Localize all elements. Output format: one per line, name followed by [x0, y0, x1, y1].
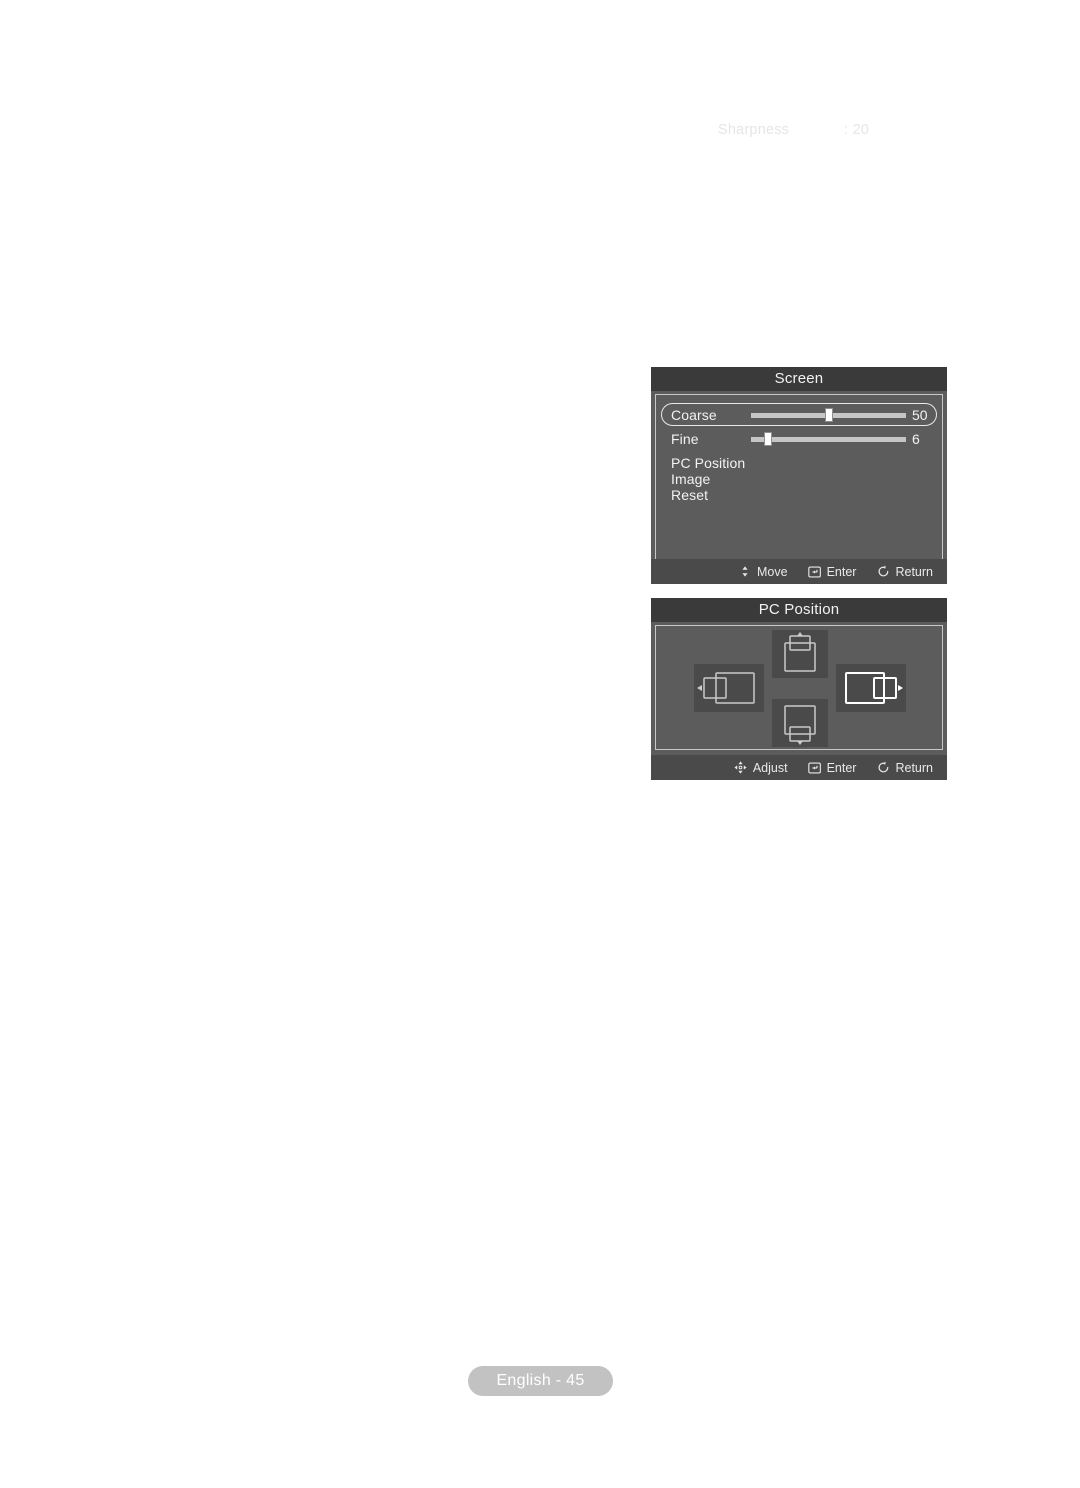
pc-position-title: PC Position: [651, 598, 947, 622]
screen-menu-row-label: Coarse: [671, 406, 717, 423]
move-right-icon[interactable]: [836, 664, 906, 712]
screen-menu-row-value: 50: [912, 406, 928, 423]
hint-label: Return: [895, 760, 933, 775]
hint-adjust[interactable]: Adjust: [734, 761, 788, 775]
residual-menu-text: Sharpness : 20: [718, 122, 948, 144]
screen-menu-row-fine[interactable]: Fine 6: [661, 427, 937, 450]
screen-menu-list: Coarse 50 Fine 6 PC Position Image Reset: [656, 403, 942, 503]
move-down-icon[interactable]: [772, 699, 828, 747]
hint-label: Move: [757, 564, 788, 579]
screen-menu-row-value: 6: [912, 430, 920, 447]
screen-menu-row-label: PC Position: [671, 454, 746, 471]
hint-label: Enter: [826, 760, 857, 775]
screen-menu-row-label: Fine: [671, 430, 699, 447]
screen-menu-row-label: Image Reset: [671, 470, 711, 503]
up-down-arrow-icon: [738, 565, 752, 579]
screen-menu-hint-bar: Move Enter Return: [651, 559, 947, 584]
page-footer-pill: English - 45: [468, 1366, 613, 1396]
screen-menu-row-image-reset[interactable]: Image Reset: [661, 471, 937, 503]
hint-return[interactable]: Return: [876, 761, 933, 775]
hint-label: Enter: [826, 564, 857, 579]
screen-menu-slider[interactable]: [751, 407, 906, 422]
screen-menu-title: Screen: [651, 367, 947, 391]
slider-thumb[interactable]: [764, 431, 773, 446]
move-up-icon[interactable]: [772, 630, 828, 678]
move-left-icon[interactable]: [694, 664, 764, 712]
four-way-arrow-icon: [734, 761, 748, 775]
return-arrow-icon: [876, 761, 890, 775]
hint-enter[interactable]: Enter: [807, 760, 857, 775]
pc-position-hint-bar: Adjust Enter Return: [651, 755, 947, 780]
residual-sharpness-value: : 20: [844, 122, 869, 138]
hint-label: Return: [895, 564, 933, 579]
screen-menu-dialog: Screen Coarse 50 Fine 6 PC Position Image Res…: [651, 367, 947, 584]
screen-menu-slider[interactable]: [751, 431, 906, 446]
pc-position-dialog: PC Position Adjust Enter Return: [651, 598, 947, 780]
screen-menu-row-coarse[interactable]: Coarse 50: [661, 403, 937, 426]
hint-return[interactable]: Return: [876, 565, 933, 579]
pc-position-direction-pad: [656, 626, 942, 749]
screen-menu-body: Coarse 50 Fine 6 PC Position Image Reset: [655, 394, 943, 580]
slider-thumb[interactable]: [824, 407, 833, 422]
hint-enter[interactable]: Enter: [807, 564, 857, 579]
hint-label: Adjust: [752, 760, 788, 775]
enter-key-icon: [807, 565, 822, 579]
return-arrow-icon: [876, 565, 890, 579]
slider-track: [751, 436, 906, 442]
pc-position-body: [655, 625, 943, 750]
page-footer-label: English - 45: [496, 1372, 585, 1389]
hint-move[interactable]: Move: [738, 565, 788, 579]
enter-key-icon: [807, 761, 822, 775]
residual-sharpness-label: Sharpness: [718, 122, 790, 138]
